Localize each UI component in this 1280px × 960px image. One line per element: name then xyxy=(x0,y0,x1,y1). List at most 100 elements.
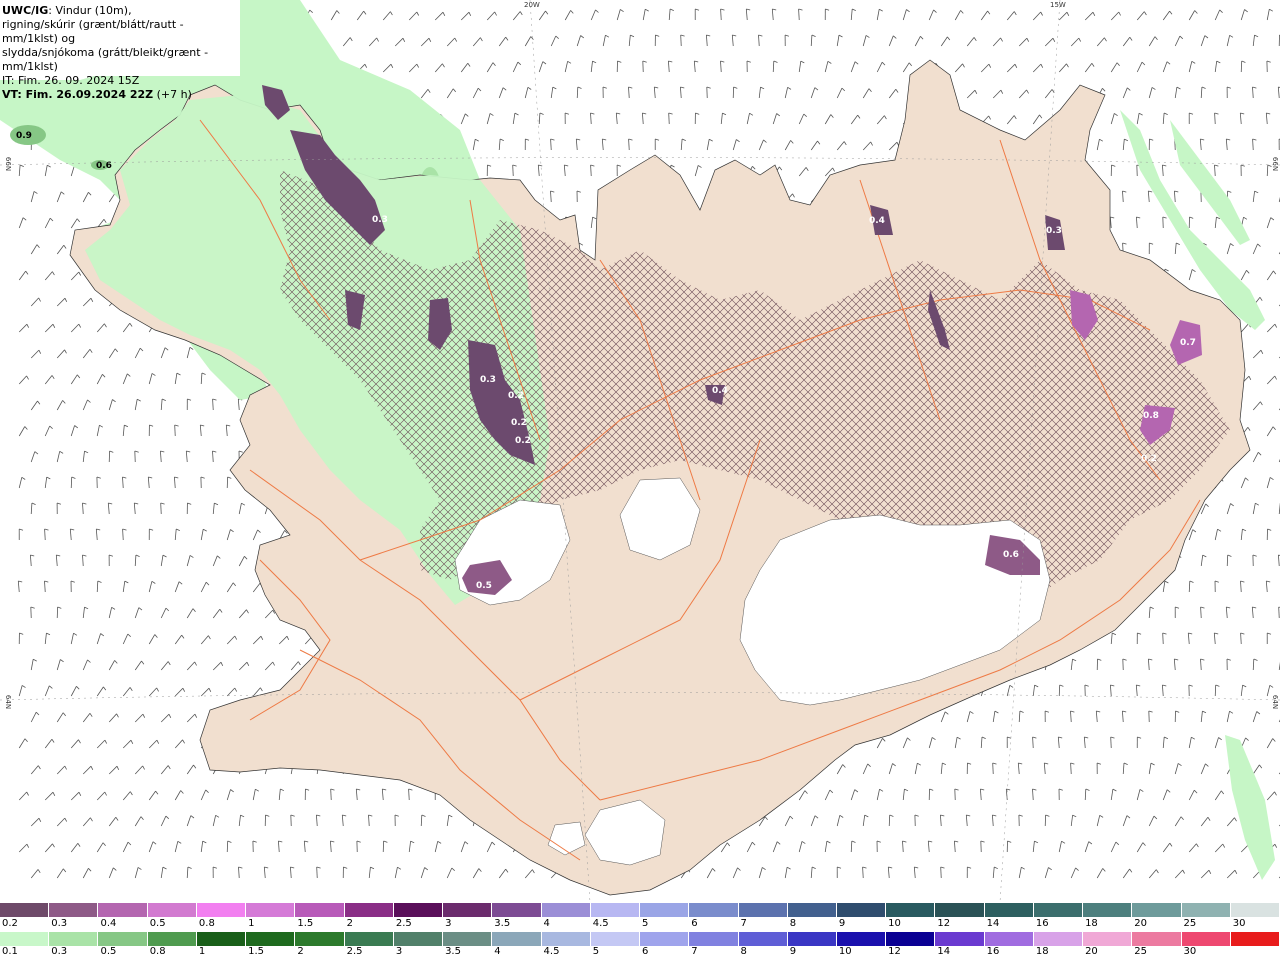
wind-barb-flag xyxy=(628,86,633,89)
wind-barb-flag xyxy=(1200,138,1205,141)
wind-barb-flag xyxy=(981,736,986,739)
wind-barb xyxy=(1226,35,1230,47)
wind-barb xyxy=(590,112,592,125)
wind-barb-flag xyxy=(550,190,555,193)
wind-barb-flag xyxy=(278,840,283,843)
contour-label: 0.2 xyxy=(508,391,524,401)
wind-barb-flag xyxy=(44,528,49,531)
legend-swatch xyxy=(1083,932,1133,946)
wind-barb-flag xyxy=(290,866,295,869)
legend-swatch xyxy=(590,903,641,917)
wind-barb xyxy=(798,113,805,125)
legend-label: 0.5 xyxy=(149,918,166,929)
lead-time: (+7 h) xyxy=(156,88,192,101)
wind-barb xyxy=(1162,684,1164,697)
wind-barb xyxy=(18,477,23,489)
wind-barb xyxy=(1252,138,1254,151)
wind-barb xyxy=(252,789,256,801)
wind-barb-flag xyxy=(255,788,259,792)
wind-barb-flag xyxy=(189,346,194,350)
wind-barb-flag xyxy=(1096,762,1102,765)
wind-barb-flag xyxy=(1045,814,1050,817)
wind-barb xyxy=(550,87,554,99)
wind-barb-flag xyxy=(383,840,388,843)
wind-barb-flag xyxy=(726,842,731,847)
wind-barb xyxy=(44,843,53,853)
legend-swatch xyxy=(1230,932,1280,946)
wind-barb xyxy=(122,528,124,541)
wind-barb-flag xyxy=(882,738,886,742)
legend-swatch xyxy=(787,903,837,917)
wind-barb xyxy=(706,868,713,879)
legend-label: 3 xyxy=(445,918,452,929)
wind-barb xyxy=(1214,529,1218,541)
wind-barb xyxy=(368,867,371,879)
wind-barb-flag xyxy=(477,87,482,92)
wind-barb-flag xyxy=(1217,528,1222,532)
wind-barb-flag xyxy=(1188,632,1193,635)
wind-barb xyxy=(992,866,995,879)
wind-barb-flag xyxy=(113,867,117,871)
wind-barb-flag xyxy=(940,814,945,817)
wind-barb-flag xyxy=(763,139,767,143)
legend-label: 4.5 xyxy=(592,918,609,929)
wind-barb-flag xyxy=(88,192,92,196)
weather-map: 0.9 0.6 0.3 0.3 0.2 0.4 0.3 0.2 0.4 0.2 … xyxy=(0,0,1280,902)
wind-barb-flag xyxy=(1207,816,1211,821)
wind-barb-flag xyxy=(499,138,504,141)
wind-barb-flag xyxy=(149,528,154,531)
wind-barb-flag xyxy=(706,86,711,89)
wind-barb xyxy=(160,555,164,567)
wind-barb xyxy=(668,8,671,21)
wind-barb xyxy=(798,790,806,801)
wind-barb-flag xyxy=(152,841,157,845)
wind-barb xyxy=(342,37,351,47)
wind-barb xyxy=(174,528,177,541)
wind-barb xyxy=(186,661,195,671)
wind-barb xyxy=(1122,139,1125,151)
wind-barb-flag xyxy=(52,324,56,328)
wind-barb xyxy=(56,349,65,359)
wind-barb xyxy=(1226,817,1235,827)
graticule-label-66n-left: 66N xyxy=(4,156,13,172)
legend-swatch xyxy=(147,932,197,946)
wind-barb-flag xyxy=(64,817,68,822)
wind-barb-flag xyxy=(1254,190,1259,194)
contour-label: 0.4 xyxy=(712,386,728,396)
wind-barb-flag xyxy=(1099,138,1104,142)
wind-barb-flag xyxy=(394,814,399,817)
wind-barb xyxy=(1136,789,1141,801)
wind-barb xyxy=(836,35,840,47)
wind-barb xyxy=(1266,164,1269,177)
wind-barb xyxy=(1110,684,1112,697)
wind-barb xyxy=(1265,112,1268,125)
wind-barb-flag xyxy=(194,713,198,718)
wind-barb-flag xyxy=(570,10,574,14)
legend-label: 6 xyxy=(642,946,649,957)
wind-barb-flag xyxy=(140,816,144,820)
wind-barb-flag xyxy=(465,113,469,117)
wind-barb xyxy=(472,868,480,879)
wind-barb-flag xyxy=(1149,606,1154,609)
wind-barb-flag xyxy=(1189,216,1194,219)
wind-barb-flag xyxy=(892,763,896,767)
wind-barb xyxy=(70,686,77,697)
wind-barb xyxy=(174,739,183,749)
wind-barb xyxy=(1240,580,1242,593)
wind-barb xyxy=(186,555,191,567)
wind-barb-flag xyxy=(1072,814,1077,818)
wind-barb xyxy=(44,271,53,281)
wind-barb xyxy=(96,374,103,385)
wind-barb-flag xyxy=(99,424,104,428)
wind-barb-flag xyxy=(363,10,367,15)
wind-barb-flag xyxy=(1122,190,1127,193)
wind-barb-flag xyxy=(517,61,522,66)
wind-barb-flag xyxy=(416,11,420,16)
wind-barb-flag xyxy=(940,866,945,869)
wind-barb-flag xyxy=(1149,138,1154,141)
wind-barb xyxy=(1162,164,1164,177)
wind-barb-flag xyxy=(37,400,41,405)
legend-label: 8 xyxy=(740,946,747,957)
wind-barb-flag xyxy=(109,450,114,453)
wind-barb-flag xyxy=(519,11,523,16)
